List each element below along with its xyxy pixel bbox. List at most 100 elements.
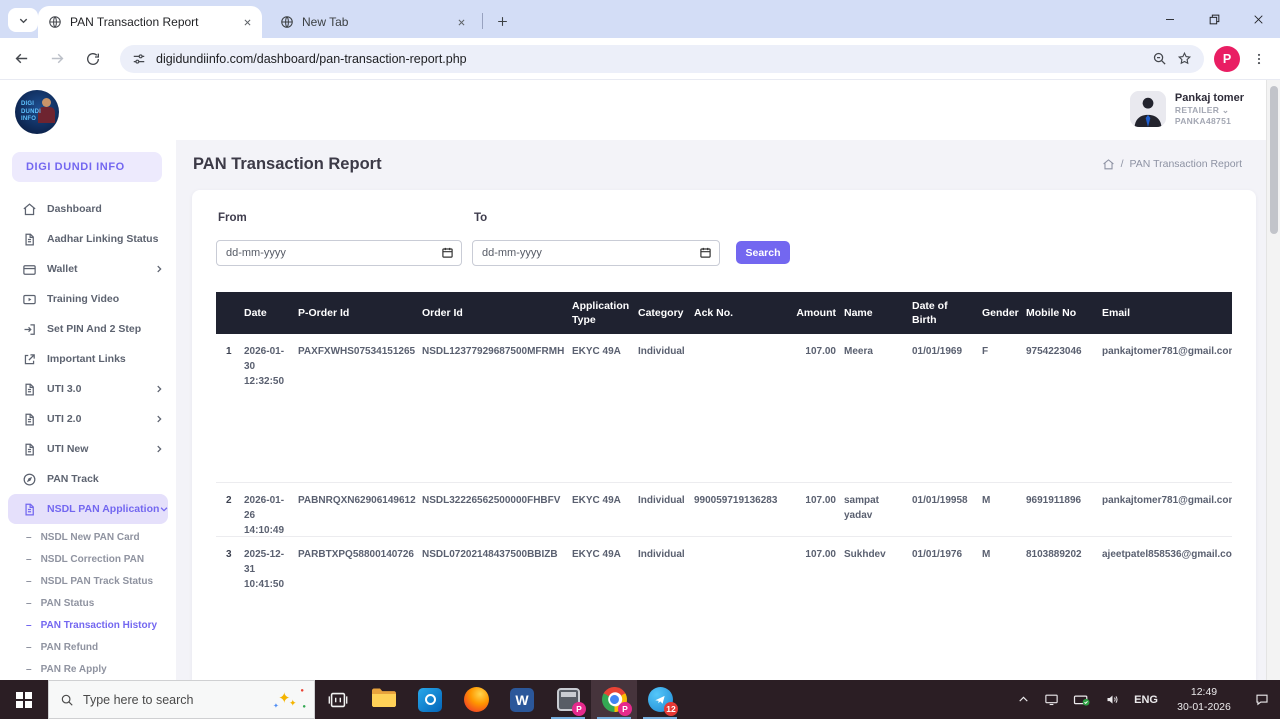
- zoom-out-icon[interactable]: [1152, 51, 1167, 66]
- dash-prefix: –: [26, 553, 32, 565]
- minimize-button[interactable]: [1148, 0, 1192, 38]
- table-cell: 990059719136283: [694, 495, 778, 506]
- url-text[interactable]: digidundiinfo.com/dashboard/pan-transact…: [156, 52, 1142, 66]
- sidebar-subitem-pan-refund[interactable]: – PAN Refund: [0, 636, 176, 658]
- page-scrollbar[interactable]: [1266, 80, 1280, 680]
- brand-box[interactable]: DIGI DUNDI INFO: [12, 152, 162, 182]
- sidebar-item-dashboard[interactable]: Dashboard: [0, 194, 176, 224]
- omnibox[interactable]: digidundiinfo.com/dashboard/pan-transact…: [120, 44, 1204, 73]
- reload-button[interactable]: [78, 44, 108, 74]
- table-cell: 2026-01-30 12:32:50: [244, 346, 285, 387]
- tab-close-icon[interactable]: [243, 18, 252, 27]
- table-cell: EKYC 49A: [572, 549, 621, 560]
- sidebar-item-wallet[interactable]: Wallet: [0, 254, 176, 284]
- app-badge: 12: [664, 702, 678, 716]
- sidebar-subitem-label: PAN Re Apply: [40, 663, 107, 675]
- sidebar-subitem-pan-re-apply[interactable]: – PAN Re Apply: [0, 658, 176, 680]
- sidebar-subitem-nsdl-correction-pan[interactable]: – NSDL Correction PAN: [0, 548, 176, 570]
- app-logo[interactable]: DIGI DUNDI INFO: [15, 90, 59, 134]
- sidebar-subitem-pan-transaction-history[interactable]: – PAN Transaction History: [0, 614, 176, 636]
- sidebar-item-uti-2-0[interactable]: UTI 2.0: [0, 404, 176, 434]
- tab-search-button[interactable]: [8, 8, 38, 32]
- taskbar-clock[interactable]: 12:49 30-01-2026: [1171, 685, 1237, 713]
- tab-title: PAN Transaction Report: [70, 15, 199, 29]
- scrollbar-thumb[interactable]: [1270, 86, 1278, 234]
- table-row: 3 2025-12-31 10:41:50 PARBTXPQ58800140726 N…: [216, 536, 1232, 680]
- site-settings-icon[interactable]: [132, 52, 146, 66]
- sidebar-item-label: UTI New: [47, 443, 89, 455]
- app-badge: P: [618, 702, 632, 716]
- user-role: RETAILER ⌄: [1174, 105, 1230, 116]
- column-header: Category: [638, 306, 684, 319]
- windows-taskbar: Type here to search ✦ ✦ ✦ ● ● W P P 12 ENG 12:4…: [0, 680, 1280, 719]
- sidebar-item-uti-new[interactable]: UTI New: [0, 434, 176, 464]
- sidebar-item-set-pin-and-2-step[interactable]: Set PIN And 2 Step: [0, 314, 176, 344]
- breadcrumb-current: PAN Transaction Report: [1129, 158, 1242, 170]
- sidebar-item-label: Set PIN And 2 Step: [47, 323, 142, 335]
- taskbar-app-task-view-icon[interactable]: [315, 680, 361, 719]
- sidebar-item-label: PAN Track: [47, 473, 99, 485]
- screen: PAN Transaction Report New Tab digidundi…: [0, 0, 1280, 719]
- to-date-input[interactable]: [472, 240, 720, 266]
- taskbar-app-word-icon[interactable]: W: [499, 680, 545, 719]
- sidebar-item-uti-3-0[interactable]: UTI 3.0: [0, 374, 176, 404]
- restore-button[interactable]: [1192, 0, 1236, 38]
- network-status-icon[interactable]: [1073, 692, 1091, 707]
- column-header: Application Type: [572, 299, 630, 326]
- taskbar-app-chrome-icon[interactable]: P: [591, 680, 637, 719]
- tab-new-tab[interactable]: New Tab: [270, 6, 476, 38]
- table-cell: Meera: [844, 346, 873, 357]
- monitor-icon[interactable]: [1043, 692, 1060, 707]
- user-cluster[interactable]: Pankaj tomer RETAILER ⌄ PANKA48751: [1129, 91, 1244, 127]
- taskbar-app-firefox-icon[interactable]: [453, 680, 499, 719]
- close-window-button[interactable]: [1236, 0, 1280, 38]
- taskbar-app-outlook-icon[interactable]: [407, 680, 453, 719]
- table-cell: [694, 537, 788, 680]
- sidebar-item-nsdl-pan-application[interactable]: NSDL PAN Application: [8, 494, 168, 524]
- table-cell: ajeetpatel858536@gmail.com: [1102, 549, 1232, 560]
- new-tab-button[interactable]: [490, 9, 514, 33]
- table-cell: F: [982, 346, 989, 357]
- forward-button[interactable]: [42, 44, 72, 74]
- sidebar-subitem-label: NSDL New PAN Card: [40, 531, 140, 543]
- from-date-input[interactable]: [216, 240, 462, 266]
- sidebar-subitem-nsdl-pan-track-status[interactable]: – NSDL PAN Track Status: [0, 570, 176, 592]
- video-icon: [22, 292, 37, 307]
- sidebar-item-training-video[interactable]: Training Video: [0, 284, 176, 314]
- sidebar-subitem-pan-status[interactable]: – PAN Status: [0, 592, 176, 614]
- home-icon[interactable]: [1102, 158, 1115, 171]
- browser-menu-icon[interactable]: [1246, 46, 1272, 72]
- sidebar-item-label: UTI 2.0: [47, 413, 82, 425]
- action-center-icon[interactable]: [1254, 692, 1270, 707]
- taskbar-search[interactable]: Type here to search ✦ ✦ ✦ ● ●: [48, 680, 315, 719]
- taskbar-app-pan-portal-icon[interactable]: P: [545, 680, 591, 719]
- sidebar-item-pan-track[interactable]: PAN Track: [0, 464, 176, 494]
- table-cell: 107.00: [805, 495, 836, 506]
- search-button[interactable]: Search: [736, 241, 790, 264]
- chevron-right-icon: [154, 414, 164, 424]
- taskbar-app-messenger-icon[interactable]: 12: [637, 680, 683, 719]
- table-cell: 01/01/19958: [912, 495, 968, 506]
- sidebar-item-important-links[interactable]: Important Links: [0, 344, 176, 374]
- dash-prefix: –: [26, 575, 32, 587]
- tab-close-icon[interactable]: [457, 18, 466, 27]
- taskbar-apps: W P P 12: [315, 680, 683, 719]
- taskbar-search-placeholder: Type here to search: [83, 692, 194, 707]
- sidebar-subitem-nsdl-new-pan-card[interactable]: – NSDL New PAN Card: [0, 526, 176, 548]
- start-button[interactable]: [0, 680, 48, 719]
- browser-profile-avatar[interactable]: P: [1214, 45, 1240, 72]
- sidebar-item-aadhar-linking-status[interactable]: Aadhar Linking Status: [0, 224, 176, 254]
- dash-prefix: –: [26, 531, 32, 543]
- back-button[interactable]: [6, 44, 36, 74]
- dash-prefix: –: [26, 597, 32, 609]
- wallet-icon: [22, 262, 37, 277]
- taskbar-app-file-explorer-icon[interactable]: [361, 680, 407, 719]
- table-cell: 2025-12-31 10:41:50: [244, 549, 285, 590]
- column-header: Date: [244, 306, 267, 319]
- tab-pan-transaction-report[interactable]: PAN Transaction Report: [38, 6, 262, 38]
- tray-chevron-up-icon[interactable]: [1017, 693, 1030, 706]
- language-indicator[interactable]: ENG: [1134, 694, 1158, 706]
- volume-icon[interactable]: [1104, 692, 1121, 707]
- sidebar-submenu: – NSDL New PAN Card – NSDL Correction PAN – N…: [0, 526, 176, 680]
- bookmark-star-icon[interactable]: [1177, 51, 1192, 66]
